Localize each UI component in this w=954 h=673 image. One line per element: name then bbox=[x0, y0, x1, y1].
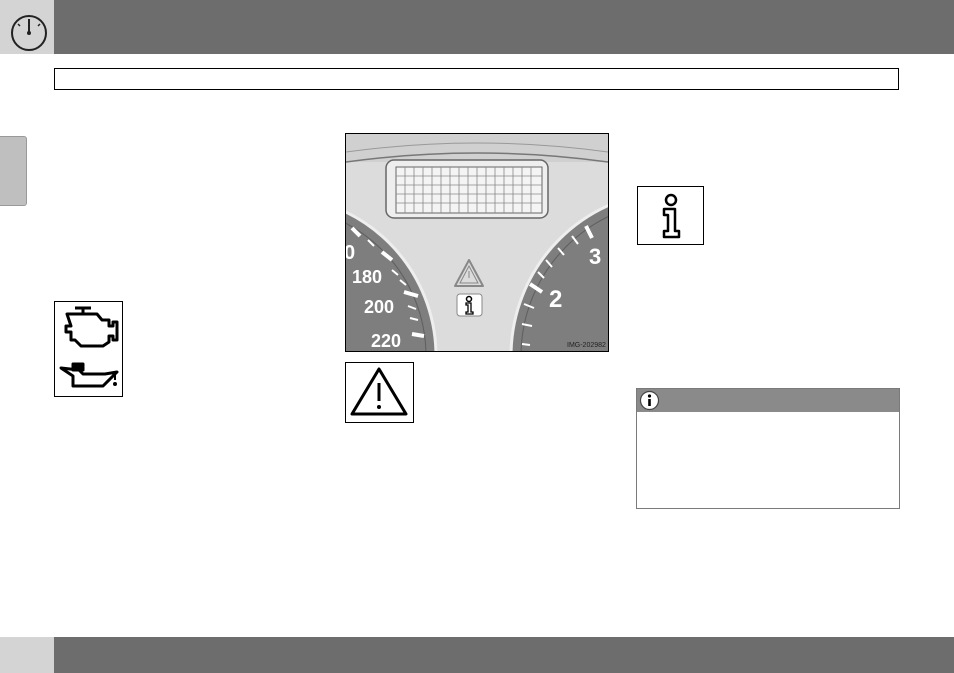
section-title-box bbox=[54, 68, 899, 90]
instrument-cluster-illustration: 0 180 200 220 3 2 bbox=[345, 133, 609, 352]
image-code: IMG-202982 bbox=[567, 342, 606, 349]
warning-triangle-icon bbox=[350, 367, 408, 416]
engine-oil-icon-box bbox=[54, 301, 123, 397]
warning-icon-box bbox=[345, 362, 414, 423]
chapter-tab[interactable] bbox=[0, 136, 27, 206]
speedometer-icon bbox=[11, 15, 47, 51]
header-icon-box bbox=[0, 0, 54, 54]
information-icon bbox=[662, 193, 681, 239]
page-number-box bbox=[0, 637, 54, 673]
oil-can-icon bbox=[59, 362, 119, 388]
header-bar bbox=[0, 0, 954, 54]
lcd-display bbox=[385, 159, 549, 219]
speed-label-0: 0 bbox=[346, 242, 355, 264]
rpm-label-3: 3 bbox=[589, 244, 601, 269]
check-engine-icon bbox=[64, 306, 119, 348]
info-icon-box bbox=[637, 186, 704, 245]
cluster-info-icon bbox=[456, 293, 483, 317]
note-box bbox=[636, 388, 900, 509]
speed-label-200: 200 bbox=[364, 297, 394, 317]
note-info-icon bbox=[639, 390, 660, 411]
note-header bbox=[637, 389, 899, 412]
rpm-label-2: 2 bbox=[549, 286, 562, 313]
speed-label-220: 220 bbox=[371, 331, 401, 351]
footer-bar bbox=[0, 637, 954, 673]
speed-label-180: 180 bbox=[352, 267, 382, 287]
